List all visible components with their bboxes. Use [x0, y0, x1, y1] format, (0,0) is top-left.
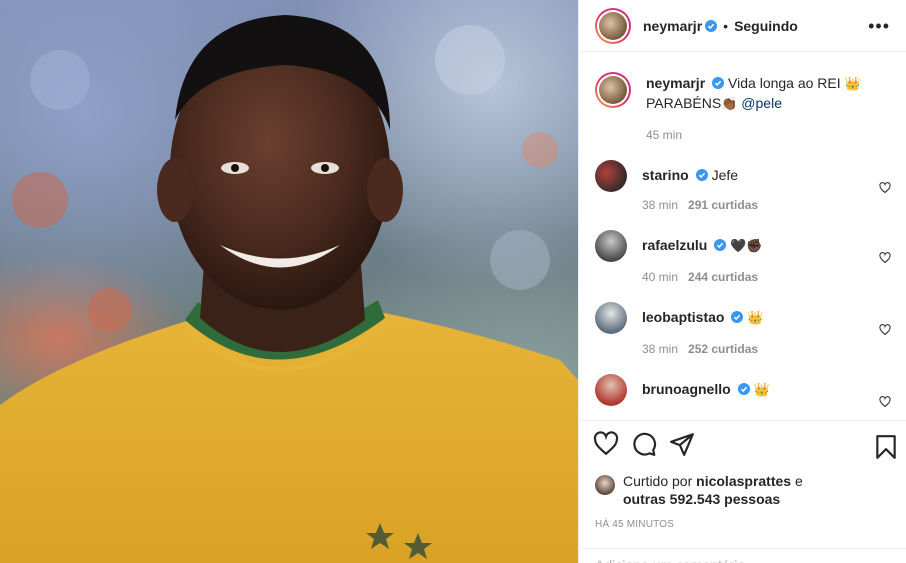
author-username[interactable]: neymarjr [643, 18, 702, 34]
caption-text: Vida longa ao REI [728, 75, 841, 91]
comment-avatar[interactable] [595, 302, 627, 334]
comment-item: rafaelzulu 🖤✊🏿 40 min 244 curtidas [595, 212, 891, 284]
heart-icon[interactable] [879, 396, 891, 408]
heart-icon[interactable] [879, 182, 891, 194]
verified-icon [695, 169, 708, 181]
comment-username[interactable]: starino [642, 167, 689, 183]
verified-icon [705, 19, 718, 32]
post-timestamp: HÁ 45 MINUTOS [595, 519, 675, 530]
clap-emoji: 👏🏾 [721, 97, 738, 112]
liker-avatar[interactable] [595, 475, 615, 495]
comment-avatar[interactable] [595, 230, 627, 262]
more-options-icon[interactable]: ••• [868, 17, 890, 35]
author-avatar[interactable] [595, 7, 631, 44]
caption-username[interactable]: neymarjr [646, 75, 705, 91]
photo-illustration [0, 15, 578, 563]
bookmark-icon[interactable] [873, 434, 899, 460]
post-header: neymarjr • Seguindo ••• [579, 0, 906, 52]
caption-line2: PARABÉNS [646, 95, 722, 111]
heart-icon[interactable] [593, 431, 619, 457]
comment-username[interactable]: leobaptistao [642, 309, 724, 325]
comments-list: neymarjr Vida longa ao REI 👑 PARABÉNS👏🏾 … [579, 52, 906, 419]
comment-text: 👑 [753, 383, 770, 398]
add-comment-input[interactable]: Adicione um comentário... [579, 548, 906, 563]
comment-item: leobaptistao 👑 38 min 252 curtidas [595, 284, 891, 356]
mention-link[interactable]: @pele [741, 95, 782, 111]
comment-icon[interactable] [631, 431, 657, 457]
caption-avatar[interactable] [595, 72, 631, 108]
verified-icon [737, 383, 750, 395]
comment-time: 40 min [642, 270, 679, 284]
post-side-panel: neymarjr • Seguindo ••• neymarjr Vida lo… [578, 0, 906, 563]
comment-avatar[interactable] [595, 374, 627, 406]
share-icon[interactable] [669, 431, 695, 457]
comment-time: 38 min [642, 342, 679, 356]
verified-icon [712, 77, 725, 89]
comment-item: starino Jefe 38 min 291 curtidas [595, 142, 891, 212]
likes-conj: e [794, 473, 803, 489]
comment-text: 👑 [747, 311, 764, 326]
comment-text: 🖤✊🏿 [730, 239, 763, 254]
heart-icon[interactable] [879, 324, 891, 336]
comment-time: 38 min [642, 198, 679, 212]
comment-avatar[interactable] [595, 160, 627, 192]
comment-likes[interactable]: 291 curtidas [688, 198, 758, 212]
verified-icon [731, 311, 744, 323]
caption-time: 45 min [646, 128, 683, 142]
heart-icon[interactable] [879, 252, 891, 264]
likes-summary: Curtido por nicolasprattes e outras 592.… [595, 472, 895, 508]
comment-item: brunoagnello 👑 [595, 356, 891, 408]
post-photo[interactable] [0, 0, 578, 563]
likes-prefix: Curtido por [623, 473, 693, 489]
comment-likes[interactable]: 252 curtidas [688, 342, 758, 356]
separator-dot: • [723, 17, 729, 34]
comment-username[interactable]: brunoagnello [642, 381, 731, 397]
action-bar [579, 420, 906, 472]
comment-username[interactable]: rafaelzulu [642, 237, 707, 253]
verified-icon [714, 239, 727, 251]
liker-username[interactable]: nicolasprattes [696, 473, 791, 489]
caption: neymarjr Vida longa ao REI 👑 PARABÉNS👏🏾 … [595, 52, 891, 142]
comment-text: Jefe [711, 167, 739, 183]
crown-emoji: 👑 [844, 77, 861, 92]
likes-count[interactable]: outras 592.543 pessoas [623, 491, 780, 507]
comment-likes[interactable]: 244 curtidas [688, 270, 758, 284]
following-button[interactable]: Seguindo [734, 18, 798, 34]
